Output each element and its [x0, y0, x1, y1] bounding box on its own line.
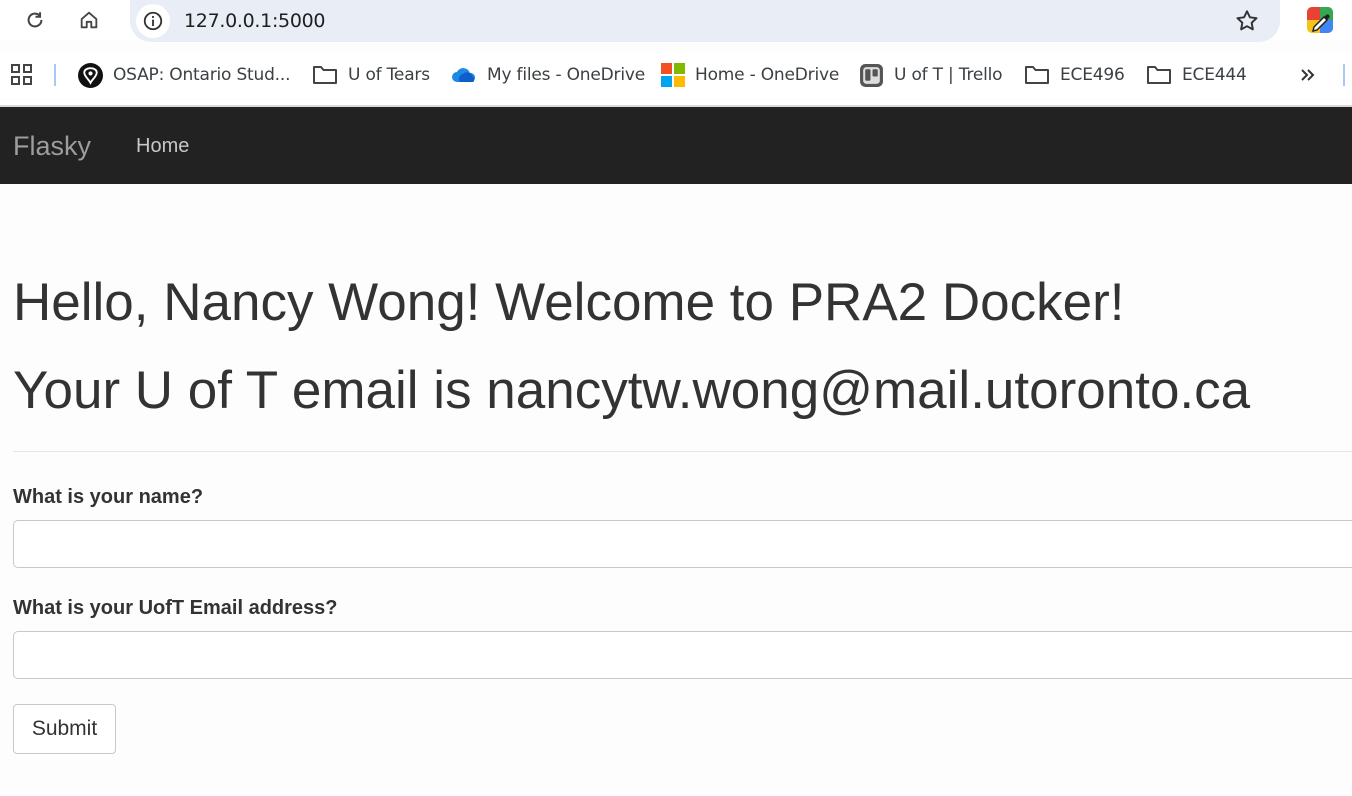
email-label: What is your UofT Email address? — [13, 597, 338, 619]
chevron-double-right-icon[interactable] — [1298, 52, 1318, 98]
url-text: 127.0.0.1:5000 — [184, 10, 326, 32]
osap-icon — [78, 62, 103, 88]
apps-icon[interactable] — [10, 52, 34, 98]
bookmark-trello[interactable]: U of T | Trello — [859, 52, 1003, 98]
bookmark-separator — [54, 64, 56, 86]
folder-icon — [312, 64, 338, 86]
microsoft-icon — [661, 63, 685, 87]
bookmark-ece444[interactable]: ECE444 — [1146, 52, 1247, 98]
bookmark-osap[interactable]: OSAP: Ontario Stud... — [78, 52, 290, 98]
bookmark-label: U of T | Trello — [894, 65, 1003, 85]
browser-toolbar: 127.0.0.1:5000 — [0, 0, 1352, 42]
bookmark-my-files-onedrive[interactable]: My files - OneDrive — [451, 52, 645, 98]
folder-icon — [1146, 64, 1172, 86]
folder-icon — [1024, 64, 1050, 86]
bookmark-label: My files - OneDrive — [487, 65, 645, 85]
site-info-icon[interactable] — [136, 4, 170, 38]
submit-button[interactable]: Submit — [13, 704, 116, 754]
address-bar[interactable]: 127.0.0.1:5000 — [130, 0, 1280, 42]
navbar: Flasky Home — [0, 107, 1352, 184]
bookmark-label: ECE444 — [1182, 65, 1247, 85]
bookmark-ece496[interactable]: ECE496 — [1024, 52, 1125, 98]
name-label: What is your name? — [13, 486, 204, 508]
home-icon[interactable] — [73, 4, 105, 36]
bookmark-label: Home - OneDrive — [695, 65, 840, 85]
bookmark-label: OSAP: Ontario Stud... — [113, 65, 291, 85]
bookmark-separator — [1343, 64, 1345, 86]
greeting-heading: Hello, Nancy Wong! Welcome to PRA2 Docke… — [13, 273, 1125, 332]
onedrive-icon — [451, 66, 477, 84]
bookmark-label: U of Tears — [348, 65, 430, 85]
email-heading: Your U of T email is nancytw.wong@mail.u… — [13, 361, 1251, 420]
email-input[interactable] — [13, 631, 1352, 679]
color-picker-extension-icon[interactable] — [1306, 6, 1334, 34]
name-input[interactable] — [13, 520, 1352, 568]
bookmark-u-of-tears[interactable]: U of Tears — [312, 52, 430, 98]
bookmarks-bar: OSAP: Ontario Stud... U of Tears My file… — [0, 52, 1352, 98]
trello-icon — [859, 63, 884, 88]
bookmark-star-icon[interactable] — [1234, 8, 1260, 39]
navbar-brand[interactable]: Flasky — [13, 131, 91, 162]
nav-home-link[interactable]: Home — [136, 135, 189, 158]
bookmark-label: ECE496 — [1060, 65, 1125, 85]
divider — [13, 451, 1352, 452]
reload-icon[interactable] — [19, 4, 51, 36]
bookmark-home-onedrive[interactable]: Home - OneDrive — [661, 52, 839, 98]
